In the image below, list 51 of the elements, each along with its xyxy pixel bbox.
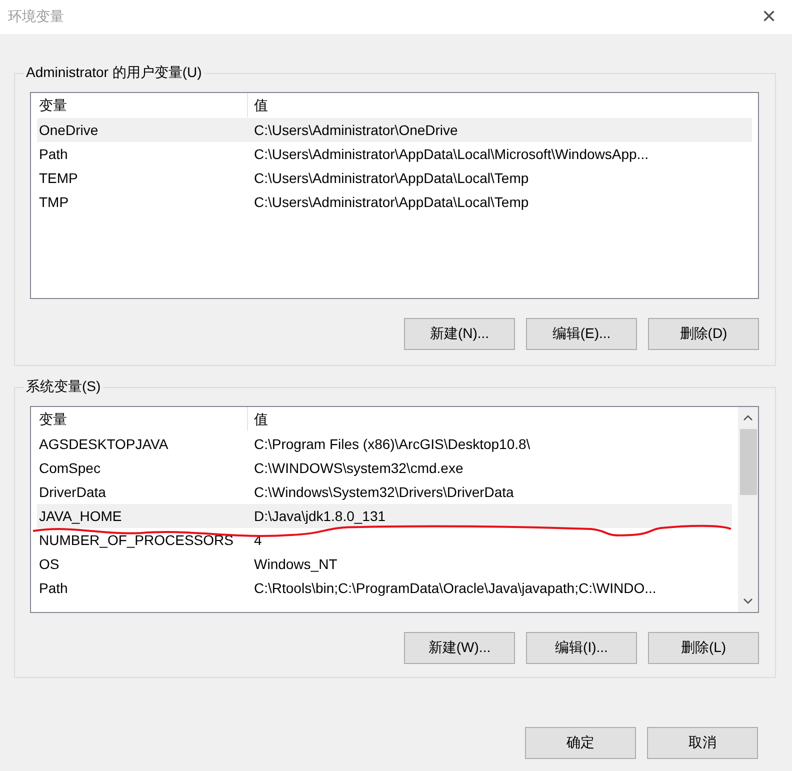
scroll-up-icon[interactable]: [743, 415, 753, 421]
variable-name: OneDrive: [38, 121, 100, 140]
variable-value: D:\Java\jdk1.8.0_131: [253, 507, 386, 526]
column-header[interactable]: 值: [248, 93, 268, 117]
variable-name: NUMBER_OF_PROCESSORS: [38, 531, 234, 550]
variable-name: JAVA_HOME: [38, 507, 123, 526]
variable-value: C:\Rtools\bin;C:\ProgramData\Oracle\Java\javapath;C:\WINDO...: [253, 579, 656, 598]
variable-name: TEMP: [38, 169, 79, 188]
window-title: 环境变量: [8, 8, 64, 26]
variable-value: C:\Users\Administrator\AppData\Local\Microsoft\WindowsApp...: [253, 145, 648, 164]
variable-value: C:\Windows\System32\Drivers\DriverData: [253, 483, 514, 502]
variable-value: C:\Program Files (x86)\ArcGIS\Desktop10.8\: [253, 435, 530, 454]
variable-value: Windows_NT: [253, 555, 338, 574]
list-row[interactable]: ComSpec C:\WINDOWS\system32\cmd.exe: [37, 456, 732, 480]
list-row[interactable]: JAVA_HOME D:\Java\jdk1.8.0_131: [37, 504, 732, 528]
variable-value: C:\Users\Administrator\AppData\Local\Temp: [253, 193, 529, 212]
column-header[interactable]: 值: [248, 407, 268, 431]
list-row[interactable]: OS Windows_NT: [37, 552, 732, 576]
variable-value: C:\Users\Administrator\AppData\Local\Temp: [253, 169, 529, 188]
list-row[interactable]: Path C:\Rtools\bin;C:\ProgramData\Oracle\Java\javapath;C:\WINDO...: [37, 576, 732, 600]
variable-value: C:\Users\Administrator\OneDrive: [253, 121, 458, 140]
dialog-button[interactable]: 编辑(E)...: [526, 318, 637, 350]
list-row[interactable]: TEMP C:\Users\Administrator\AppData\Local\Temp: [37, 166, 752, 190]
dialog-button[interactable]: 取消: [647, 727, 758, 759]
scrollbar[interactable]: [738, 407, 758, 612]
list-row[interactable]: AGSDESKTOPJAVA C:\Program Files (x86)\ArcGIS\Desktop10.8\: [37, 432, 732, 456]
variable-name: OS: [38, 555, 60, 574]
list-row[interactable]: Path C:\Users\Administrator\AppData\Local\Microsoft\WindowsApp...: [37, 142, 752, 166]
variable-name: AGSDESKTOPJAVA: [38, 435, 170, 454]
list-row[interactable]: TMP C:\Users\Administrator\AppData\Local\Temp: [37, 190, 752, 214]
dialog-button[interactable]: 新建(N)...: [404, 318, 515, 350]
variable-name: Path: [38, 579, 69, 598]
column-header[interactable]: 变量: [37, 407, 248, 431]
column-header[interactable]: 变量: [37, 93, 248, 117]
variable-name: DriverData: [38, 483, 107, 502]
variable-name: ComSpec: [38, 459, 102, 478]
variable-name: Path: [38, 145, 69, 164]
scroll-down-icon[interactable]: [743, 598, 753, 604]
dialog-button[interactable]: 删除(L): [648, 632, 759, 664]
scrollbar-thumb[interactable]: [740, 429, 756, 495]
close-button[interactable]: ×: [746, 0, 792, 34]
dialog-button[interactable]: 新建(W)...: [404, 632, 515, 664]
variable-value: C:\WINDOWS\system32\cmd.exe: [253, 459, 464, 478]
group-label: Administrator 的用户变量(U): [25, 64, 203, 82]
group-label: 系统变量(S): [25, 378, 102, 396]
dialog-button[interactable]: 编辑(I)...: [526, 632, 637, 664]
dialog-button[interactable]: 确定: [525, 727, 636, 759]
list-row[interactable]: OneDrive C:\Users\Administrator\OneDrive: [37, 118, 752, 142]
variable-name: TMP: [38, 193, 70, 212]
dialog-button[interactable]: 删除(D): [648, 318, 759, 350]
list-row[interactable]: DriverData C:\Windows\System32\Drivers\DriverData: [37, 480, 732, 504]
